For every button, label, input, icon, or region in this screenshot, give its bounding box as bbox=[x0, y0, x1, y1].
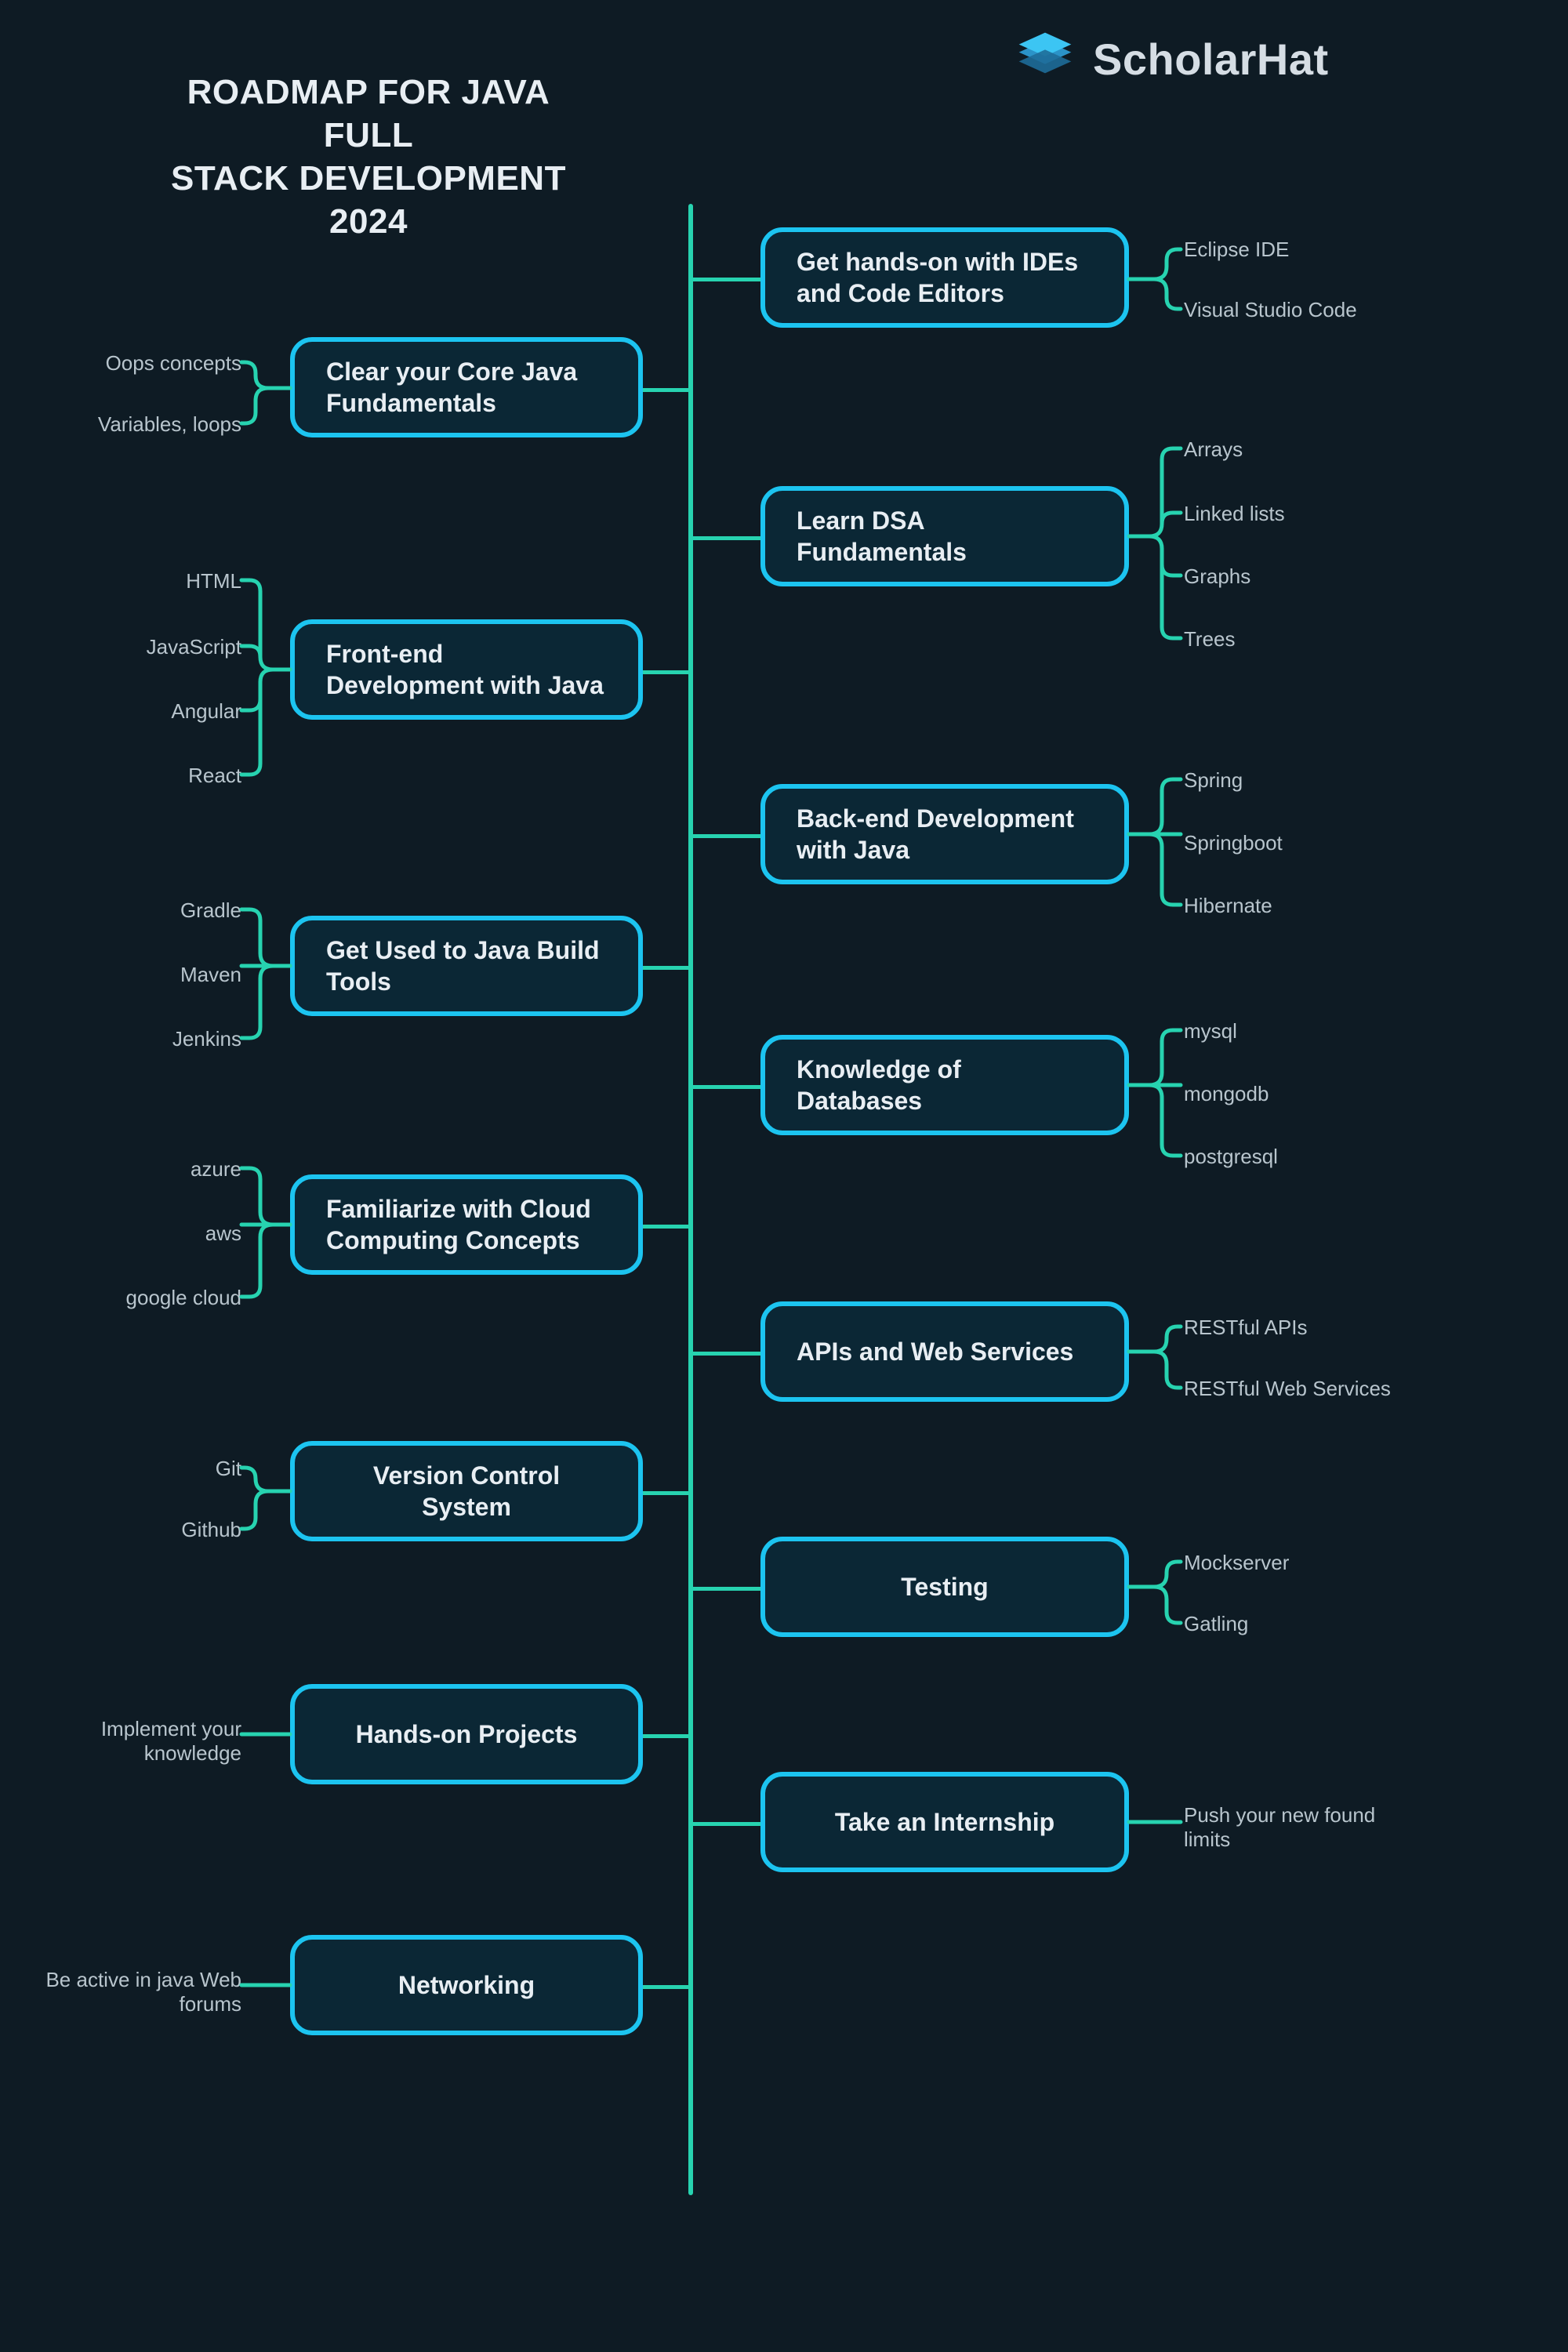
leaf-item: Trees bbox=[1184, 627, 1236, 652]
leaf-item: Push your new found limits bbox=[1184, 1803, 1411, 1852]
leaf-item: JavaScript bbox=[38, 635, 241, 659]
node-label: Back-end Development with Java bbox=[797, 803, 1093, 866]
node-label: Version Control System bbox=[326, 1460, 607, 1523]
leaf-item: Gatling bbox=[1184, 1612, 1248, 1636]
leaf-item: Github bbox=[38, 1518, 241, 1542]
node-label: Familiarize with Cloud Computing Concept… bbox=[326, 1193, 607, 1256]
node-testing: Testing bbox=[760, 1537, 1129, 1637]
leaf-item: RESTful APIs bbox=[1184, 1316, 1308, 1340]
leaf-item: Eclipse IDE bbox=[1184, 238, 1289, 262]
connector bbox=[693, 834, 760, 838]
leaf-item: Maven bbox=[38, 963, 241, 987]
node-label: Clear your Core Java Fundamentals bbox=[326, 356, 607, 419]
leaf-item: Hibernate bbox=[1184, 894, 1272, 918]
node-build: Get Used to Java Build Tools bbox=[290, 916, 643, 1016]
leaf-item: Graphs bbox=[1184, 564, 1250, 589]
leaf-item: Arrays bbox=[1184, 437, 1243, 462]
leaf-item: Mockserver bbox=[1184, 1551, 1289, 1575]
title-line: 2024 bbox=[329, 202, 408, 241]
leaf-item: React bbox=[38, 764, 241, 788]
leaf-item: mongodb bbox=[1184, 1082, 1269, 1106]
brand-logo: ScholarHat bbox=[1011, 31, 1329, 86]
connector bbox=[693, 278, 760, 281]
connector bbox=[643, 1491, 690, 1495]
node-label: Testing bbox=[901, 1571, 988, 1602]
leaf-item: Linked lists bbox=[1184, 502, 1285, 526]
leaf-item: azure bbox=[38, 1157, 241, 1181]
node-label: Knowledge of Databases bbox=[797, 1054, 1093, 1116]
title-line: ROADMAP FOR JAVA FULL bbox=[187, 73, 550, 154]
leaf-item: Visual Studio Code bbox=[1184, 298, 1357, 322]
node-label: Networking bbox=[398, 1969, 535, 2001]
connector bbox=[693, 1822, 760, 1826]
leaf-item: aws bbox=[38, 1221, 241, 1246]
node-label: Take an Internship bbox=[835, 1806, 1054, 1838]
node-dsa: Learn DSA Fundamentals bbox=[760, 486, 1129, 586]
leaf-item: Variables, loops bbox=[38, 412, 241, 437]
leaf-item: Git bbox=[38, 1457, 241, 1481]
node-vcs: Version Control System bbox=[290, 1441, 643, 1541]
node-label: APIs and Web Services bbox=[797, 1336, 1073, 1367]
node-label: Hands-on Projects bbox=[356, 1719, 578, 1750]
node-cloud: Familiarize with Cloud Computing Concept… bbox=[290, 1174, 643, 1275]
title-line: STACK DEVELOPMENT bbox=[171, 159, 566, 198]
connector bbox=[643, 1985, 690, 1989]
node-ides: Get hands-on with IDEs and Code Editors bbox=[760, 227, 1129, 328]
leaf-item: Angular bbox=[38, 699, 241, 724]
node-intern: Take an Internship bbox=[760, 1772, 1129, 1872]
leaf-item: RESTful Web Services bbox=[1184, 1377, 1391, 1401]
logo-stack-icon bbox=[1011, 31, 1079, 86]
roadmap-spine bbox=[688, 204, 693, 2195]
leaf-item: google cloud bbox=[38, 1286, 241, 1310]
connector bbox=[643, 1225, 690, 1229]
leaf-item: Oops concepts bbox=[38, 351, 241, 376]
connector bbox=[643, 670, 690, 674]
connector bbox=[693, 1085, 760, 1089]
leaf-item: Jenkins bbox=[38, 1027, 241, 1051]
node-label: Front-end Development with Java bbox=[326, 638, 607, 701]
leaf-item: Spring bbox=[1184, 768, 1243, 793]
node-frontend: Front-end Development with Java bbox=[290, 619, 643, 720]
node-label: Learn DSA Fundamentals bbox=[797, 505, 1093, 568]
brand-name: ScholarHat bbox=[1093, 34, 1329, 85]
connector bbox=[693, 1352, 760, 1356]
node-projects: Hands-on Projects bbox=[290, 1684, 643, 1784]
leaf-item: postgresql bbox=[1184, 1145, 1278, 1169]
connector bbox=[643, 966, 690, 970]
node-label: Get Used to Java Build Tools bbox=[326, 935, 607, 997]
leaf-item: Springboot bbox=[1184, 831, 1283, 855]
node-backend: Back-end Development with Java bbox=[760, 784, 1129, 884]
node-networking: Networking bbox=[290, 1935, 643, 2035]
leaf-item: Be active in java Web forums bbox=[38, 1968, 241, 2016]
page-title: ROADMAP FOR JAVA FULL STACK DEVELOPMENT … bbox=[149, 71, 588, 243]
connector bbox=[643, 388, 690, 392]
leaf-item: Implement your knowledge bbox=[38, 1717, 241, 1766]
node-db: Knowledge of Databases bbox=[760, 1035, 1129, 1135]
node-label: Get hands-on with IDEs and Code Editors bbox=[797, 246, 1093, 309]
leaf-item: HTML bbox=[38, 569, 241, 593]
connector bbox=[693, 536, 760, 540]
connector bbox=[643, 1734, 690, 1738]
leaf-item: mysql bbox=[1184, 1019, 1237, 1044]
connector bbox=[693, 1587, 760, 1591]
leaf-item: Gradle bbox=[38, 898, 241, 923]
node-core: Clear your Core Java Fundamentals bbox=[290, 337, 643, 437]
node-apis: APIs and Web Services bbox=[760, 1301, 1129, 1402]
